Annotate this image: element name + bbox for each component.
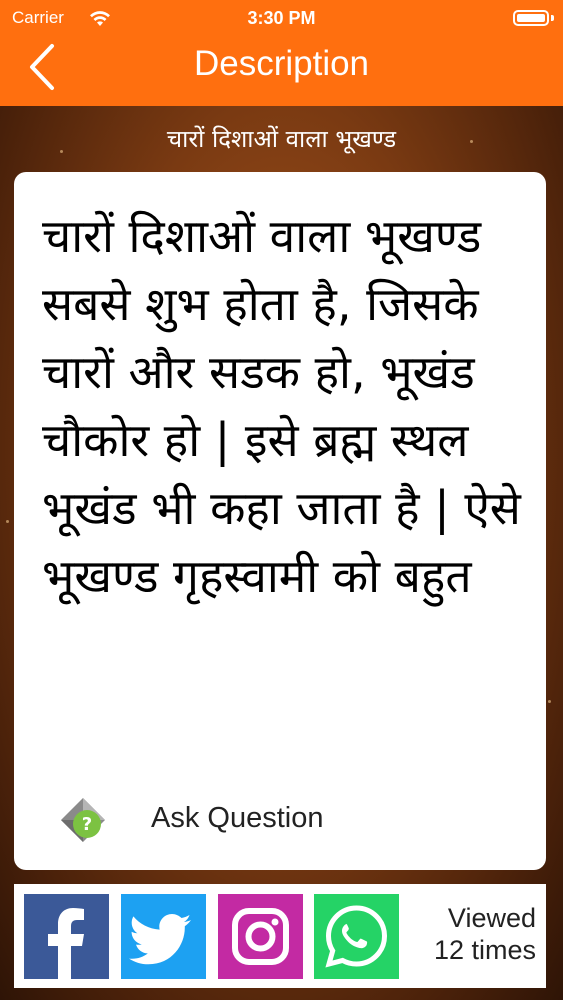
instagram-share-button[interactable] bbox=[218, 894, 303, 979]
instagram-icon bbox=[232, 908, 289, 965]
nav-bar: Description bbox=[0, 36, 563, 106]
svg-text:?: ? bbox=[82, 814, 92, 835]
view-count-line2: 12 times bbox=[433, 935, 536, 965]
twitter-share-button[interactable] bbox=[121, 894, 206, 979]
whatsapp-icon bbox=[325, 905, 388, 968]
battery-tip bbox=[551, 15, 554, 21]
question-icon[interactable]: ? bbox=[59, 796, 107, 844]
view-count-line1: Viewed bbox=[447, 903, 536, 933]
content-card: चारों दिशाओं वाला भूखण्ड सबसे शुभ होता ह… bbox=[14, 172, 546, 870]
whatsapp-share-button[interactable] bbox=[314, 894, 399, 979]
background-sparkle bbox=[548, 700, 551, 703]
article-title: चारों दिशाओं वाला भूखण्ड bbox=[166, 125, 397, 153]
facebook-icon bbox=[48, 908, 84, 979]
article-body: चारों दिशाओं वाला भूखण्ड सबसे शुभ होता ह… bbox=[42, 209, 521, 603]
status-bar: Carrier 3:30 PM bbox=[0, 0, 563, 36]
twitter-icon bbox=[129, 914, 191, 965]
background-sparkle bbox=[6, 520, 9, 523]
ask-question-row[interactable]: ? Ask Question bbox=[14, 772, 546, 870]
view-count: Viewed 12 times bbox=[434, 902, 536, 966]
ask-question-button[interactable]: Ask Question bbox=[151, 802, 323, 835]
facebook-share-button[interactable] bbox=[24, 894, 109, 979]
status-time: 3:30 PM bbox=[247, 8, 316, 28]
share-bar: Viewed 12 times bbox=[14, 884, 546, 988]
battery-icon bbox=[513, 10, 549, 26]
page-title: Description bbox=[193, 44, 370, 83]
